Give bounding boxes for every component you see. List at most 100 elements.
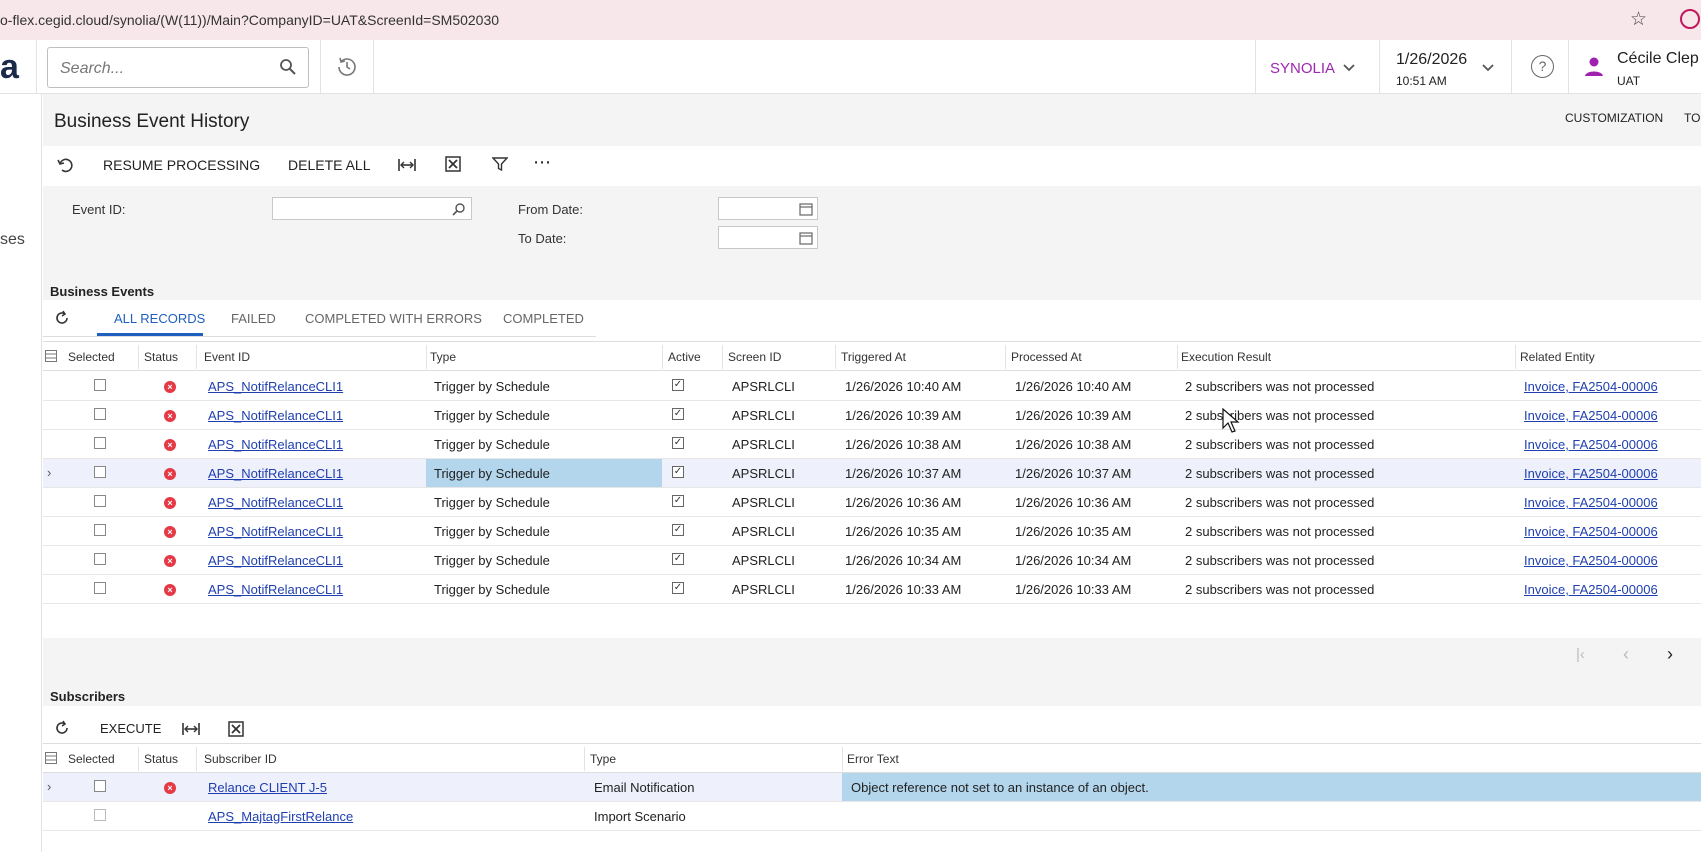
event-type[interactable]: Trigger by Schedule [434,466,550,481]
error-text[interactable]: Object reference not set to an instance … [851,780,1149,795]
more-icon[interactable]: ⋯ [533,152,551,173]
row-select-checkbox[interactable] [94,437,106,449]
table-row[interactable]: × APS_NotifRelanceCLI1 Trigger by Schedu… [43,575,1701,604]
tab-all-records[interactable]: ALL RECORDS [114,311,205,326]
subscriber-id-link[interactable]: Relance CLIENT J-5 [208,780,327,795]
help-icon[interactable]: ? [1531,55,1554,78]
excel-export-icon[interactable] [445,156,461,172]
user-name[interactable]: Cécile Clep [1617,50,1699,68]
active-checkbox[interactable]: ✓ [672,582,684,594]
tab-failed[interactable]: FAILED [231,311,276,326]
table-row[interactable]: × APS_NotifRelanceCLI1 Trigger by Schedu… [43,517,1701,546]
active-checkbox[interactable]: ✓ [672,524,684,536]
active-checkbox[interactable]: ✓ [672,495,684,507]
tools-menu[interactable]: TO [1684,111,1700,125]
event-id-link[interactable]: APS_NotifRelanceCLI1 [208,379,343,394]
col-status[interactable]: Status [144,752,178,766]
event-id-link[interactable]: APS_NotifRelanceCLI1 [208,437,343,452]
table-row[interactable]: × APS_NotifRelanceCLI1 Trigger by Schedu… [43,430,1701,459]
chevron-right-icon[interactable]: › [47,779,51,794]
col-execution-result[interactable]: Execution Result [1181,350,1271,364]
search-box[interactable]: Search... [47,47,309,88]
chevron-down-icon[interactable] [1341,59,1357,75]
col-event-id[interactable]: Event ID [204,350,250,364]
calendar-icon[interactable] [799,202,813,216]
event-id-link[interactable]: APS_NotifRelanceCLI1 [208,553,343,568]
related-entity-link[interactable]: Invoice, FA2504-00006 [1524,466,1658,481]
chevron-right-icon[interactable]: › [47,465,51,480]
active-checkbox[interactable]: ✓ [672,408,684,420]
col-related-entity[interactable]: Related Entity [1520,350,1595,364]
row-select-checkbox[interactable] [94,466,106,478]
refresh-icon[interactable] [54,310,70,326]
row-select-checkbox[interactable] [94,408,106,420]
col-triggered-at[interactable]: Triggered At [841,350,906,364]
subscriber-id-link[interactable]: APS_MajtagFirstRelance [208,809,353,824]
first-page-icon[interactable]: |‹ [1576,646,1585,663]
row-select-checkbox[interactable] [94,553,106,565]
active-checkbox[interactable]: ✓ [672,437,684,449]
search-input[interactable]: Search... [60,60,124,78]
active-checkbox[interactable]: ✓ [672,553,684,565]
event-id-link[interactable]: APS_NotifRelanceCLI1 [208,524,343,539]
row-select-checkbox[interactable] [94,524,106,536]
column-config-icon[interactable] [45,752,57,764]
to-date-field[interactable] [718,226,818,249]
tab-completed-with-errors[interactable]: COMPLETED WITH ERRORS [305,311,482,326]
col-type[interactable]: Type [430,350,456,364]
fit-columns-icon[interactable] [397,156,417,174]
resume-processing-button[interactable]: RESUME PROCESSING [103,157,260,173]
history-icon[interactable] [335,55,359,79]
column-config-icon[interactable] [45,350,57,362]
tab-completed[interactable]: COMPLETED [503,311,584,326]
url-text[interactable]: o-flex.cegid.cloud/synolia/(W(11))/Main?… [0,12,499,28]
table-row[interactable]: × APS_NotifRelanceCLI1 Trigger by Schedu… [43,401,1701,430]
next-page-icon[interactable]: › [1667,644,1673,665]
business-date[interactable]: 1/26/2026 [1396,51,1467,69]
event-id-link[interactable]: APS_NotifRelanceCLI1 [208,466,343,481]
col-subscriber-id[interactable]: Subscriber ID [204,752,277,766]
table-row[interactable]: × APS_NotifRelanceCLI1 Trigger by Schedu… [43,488,1701,517]
row-select-checkbox[interactable] [94,780,106,792]
col-screen-id[interactable]: Screen ID [728,350,781,364]
col-type[interactable]: Type [590,752,616,766]
previous-page-icon[interactable]: ‹ [1623,644,1629,665]
from-date-field[interactable] [718,197,818,220]
related-entity-link[interactable]: Invoice, FA2504-00006 [1524,553,1658,568]
search-icon[interactable] [279,58,297,76]
excel-export-icon[interactable] [228,721,244,737]
lookup-icon[interactable] [452,202,466,216]
related-entity-link[interactable]: Invoice, FA2504-00006 [1524,379,1658,394]
event-id-field[interactable] [272,197,472,220]
related-entity-link[interactable]: Invoice, FA2504-00006 [1524,408,1658,423]
active-checkbox[interactable]: ✓ [672,379,684,391]
row-select-checkbox[interactable] [94,495,106,507]
refresh-icon[interactable] [54,720,70,736]
table-row[interactable]: › × APS_NotifRelanceCLI1 Trigger by Sche… [43,459,1701,488]
chevron-down-icon[interactable] [1480,59,1496,75]
col-active[interactable]: Active [668,350,701,364]
related-entity-link[interactable]: Invoice, FA2504-00006 [1524,495,1658,510]
event-id-link[interactable]: APS_NotifRelanceCLI1 [208,495,343,510]
table-row[interactable]: APS_MajtagFirstRelance Import Scenario [43,802,1701,831]
filter-icon[interactable] [492,156,508,172]
user-icon[interactable] [1583,55,1605,77]
row-select-checkbox[interactable] [94,582,106,594]
col-selected[interactable]: Selected [68,350,115,364]
logo[interactable]: a [0,48,19,87]
col-selected[interactable]: Selected [68,752,115,766]
star-icon[interactable]: ☆ [1630,8,1647,31]
fit-columns-icon[interactable] [181,720,201,738]
customization-menu[interactable]: CUSTOMIZATION [1565,111,1663,125]
event-id-link[interactable]: APS_NotifRelanceCLI1 [208,582,343,597]
row-select-checkbox[interactable] [94,379,106,391]
related-entity-link[interactable]: Invoice, FA2504-00006 [1524,524,1658,539]
calendar-icon[interactable] [799,231,813,245]
profile-icon[interactable] [1680,9,1700,29]
table-row[interactable]: × APS_NotifRelanceCLI1 Trigger by Schedu… [43,372,1701,401]
table-row[interactable]: × APS_NotifRelanceCLI1 Trigger by Schedu… [43,546,1701,575]
nav-item-label[interactable]: ses [0,231,25,249]
table-row[interactable]: › × Relance CLIENT J-5 Email Notificatio… [43,773,1701,802]
row-select-checkbox[interactable] [94,809,106,821]
col-processed-at[interactable]: Processed At [1011,350,1082,364]
